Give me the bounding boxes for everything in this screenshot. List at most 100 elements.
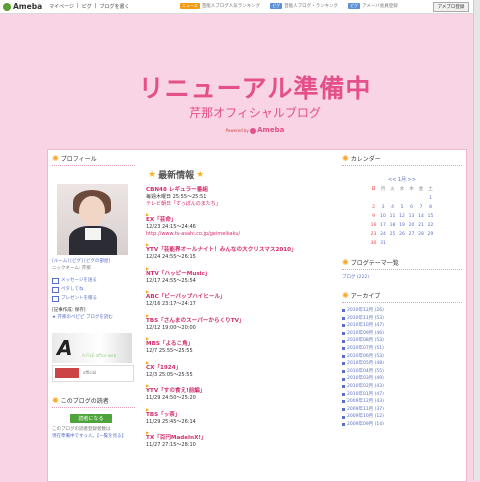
nav-separator: | xyxy=(77,3,79,9)
nav-pigg[interactable]: ピグ xyxy=(82,3,92,10)
archive-item[interactable]: 2010年11月 (53) xyxy=(342,315,462,323)
news-head[interactable]: EX「芸命」 xyxy=(146,217,336,224)
ad-text: アメーバ会員登録 xyxy=(362,4,398,9)
calendar-weekday: 土 xyxy=(428,187,433,192)
calendar-day[interactable]: 31 xyxy=(379,239,388,248)
send-message-link[interactable]: メッセージを送る xyxy=(52,276,135,285)
calendar-day[interactable]: 19 xyxy=(398,221,407,230)
afile-banner[interactable]: A A-FILE office web xyxy=(52,333,132,363)
ad-link[interactable]: ピグ 芸能人ブログ・ランキング xyxy=(270,3,338,9)
calendar-day[interactable]: 30 xyxy=(369,239,378,248)
blog-title[interactable]: リニューアル準備中 xyxy=(46,69,464,105)
calendar-day[interactable]: 10 xyxy=(379,212,388,221)
archive-item[interactable]: 2010年03月 (49) xyxy=(342,375,462,383)
archive-item[interactable]: 2010年02月 (43) xyxy=(342,383,462,391)
archive-item[interactable]: 2009年09月 (14) xyxy=(342,421,462,429)
calendar-day[interactable]: 4 xyxy=(388,203,397,212)
calendar-day[interactable]: 16 xyxy=(369,221,378,230)
archive-item[interactable]: 2009年10月 (12) xyxy=(342,413,462,421)
become-reader-button[interactable]: 読者になる xyxy=(70,414,112,423)
news-item: ▶ TX「百円MadeInX!」 11/27 27:15～28:10 xyxy=(146,431,336,449)
calendar-day[interactable]: 23 xyxy=(369,230,378,239)
archive-item[interactable]: 2010年04月 (55) xyxy=(342,368,462,376)
calendar-weekday-row: 日月火水木金土 xyxy=(369,185,435,194)
official-banner[interactable]: official xyxy=(52,365,134,382)
news-head[interactable]: TX「百円MadeInX!」 xyxy=(146,435,336,442)
calendar-day[interactable]: 22 xyxy=(426,221,435,230)
news-head[interactable]: ABC「ビーバップハイヒール」 xyxy=(146,294,336,301)
page-scrollbar[interactable] xyxy=(473,0,480,480)
sun-icon: ✺ xyxy=(52,154,59,163)
photo-face xyxy=(79,196,105,226)
calendar-title: カレンダー xyxy=(350,156,381,163)
calendar-day[interactable]: 24 xyxy=(379,230,388,239)
calendar-day[interactable]: 11 xyxy=(388,212,397,221)
news-head[interactable]: MBS「よるこ角」 xyxy=(146,341,336,348)
ad-link[interactable]: ピグ アメーバ会員登録 xyxy=(348,3,398,9)
top-ad-links: ニュース 芸能人ブログ人気ランキング ピグ 芸能人ブログ・ランキング ピグ アメ… xyxy=(180,3,408,9)
calendar-day[interactable]: 26 xyxy=(398,230,407,239)
calendar-day[interactable]: 6 xyxy=(407,203,416,212)
bullet-icon xyxy=(342,309,345,313)
news-link[interactable]: http://www.tv-asahi.co.jp/geimeikaku/ xyxy=(146,231,336,238)
calendar-day[interactable]: 2 xyxy=(369,203,378,212)
calendar-day[interactable]: 15 xyxy=(426,212,435,221)
archive-item[interactable]: 2009年11月 (37) xyxy=(342,406,462,414)
calendar-day[interactable]: 29 xyxy=(426,230,435,239)
news-head[interactable]: CX「1924」 xyxy=(146,365,336,372)
bullet-icon xyxy=(342,385,345,389)
sun-icon: ✺ xyxy=(342,154,349,163)
calendar-day[interactable]: 20 xyxy=(407,221,416,230)
bullet-icon xyxy=(342,332,345,336)
calendar-day[interactable]: 8 xyxy=(426,203,435,212)
news-item: ▶ CX「1924」 12/3 25:05～25:55 xyxy=(146,360,336,379)
calendar-day[interactable]: 25 xyxy=(388,230,397,239)
profile-links[interactable]: [ルーム] [ピグ] [ピグの部屋] xyxy=(52,258,135,265)
archive-item[interactable]: 2010年05月 (48) xyxy=(342,360,462,368)
calendar-day[interactable]: 3 xyxy=(379,203,388,212)
calendar-nav[interactable]: << 1月 >> xyxy=(342,176,462,183)
archive-item[interactable]: 2010年10月 (47) xyxy=(342,322,462,330)
calendar-day[interactable]: 1 xyxy=(426,194,435,203)
calendar-day[interactable]: 28 xyxy=(417,230,426,239)
calendar-day[interactable]: 17 xyxy=(379,221,388,230)
calendar-day[interactable]: 13 xyxy=(407,212,416,221)
archive-item[interactable]: 2010年06月 (53) xyxy=(342,353,462,361)
archive-item[interactable]: 2009年12月 (43) xyxy=(342,398,462,406)
news-head[interactable]: YTV「芸能界オールナイト！みんなの大クリスマス2010」 xyxy=(146,247,336,254)
archive-item[interactable]: 2010年09月 (46) xyxy=(342,330,462,338)
calendar-day[interactable]: 9 xyxy=(369,212,378,221)
calendar-day[interactable]: 18 xyxy=(388,221,397,230)
bio-link[interactable]: ★ 芹那のペピピ ブログを読む xyxy=(52,314,135,321)
bullet-icon xyxy=(342,362,345,366)
news-head[interactable]: CBN48 レギュラー番組 xyxy=(146,187,336,194)
news-head[interactable]: YTV「すの食え!前編」 xyxy=(146,388,336,395)
calendar-day[interactable]: 12 xyxy=(398,212,407,221)
archive-item[interactable]: 2010年07月 (51) xyxy=(342,345,462,353)
news-head[interactable]: TBS「ッ茶」 xyxy=(146,412,336,419)
bullet-icon xyxy=(342,415,345,419)
calendar-day[interactable]: 7 xyxy=(417,203,426,212)
archive-item[interactable]: 2010年01月 (47) xyxy=(342,391,462,399)
news-head[interactable]: NTV「ハッピーMusic」 xyxy=(146,271,336,278)
archive-item[interactable]: 2010年12月 (26) xyxy=(342,307,462,315)
news-head[interactable]: TBS「さんまのスーパーからくりTV」 xyxy=(146,318,336,325)
profile-photo[interactable] xyxy=(57,184,128,255)
news-link[interactable]: テレビ朝日「すっぽんのまたち」 xyxy=(146,201,336,208)
bullet-icon xyxy=(342,339,345,343)
theme-link[interactable]: ブログ (222) xyxy=(342,274,462,281)
reader-list-link[interactable]: 現在準備中ですっ人。【一覧を見る】 xyxy=(52,433,135,440)
ameba-logo[interactable]: Ameba xyxy=(3,2,42,11)
calendar-day[interactable]: 14 xyxy=(417,212,426,221)
profile-actions: メッセージを送る ペタしてね プレゼントを贈る xyxy=(52,276,135,303)
nav-write-blog[interactable]: ブログを書く xyxy=(99,3,129,10)
ad-link[interactable]: ニュース 芸能人ブログ人気ランキング xyxy=(180,3,260,9)
calendar-day[interactable]: 5 xyxy=(398,203,407,212)
calendar-day[interactable]: 21 xyxy=(417,221,426,230)
peta-link[interactable]: ペタしてね xyxy=(52,285,135,294)
nav-mypage[interactable]: マイページ xyxy=(49,3,74,10)
calendar-day[interactable]: 27 xyxy=(407,230,416,239)
archive-item[interactable]: 2010年08月 (53) xyxy=(342,337,462,345)
register-button[interactable]: アメブロ登録 xyxy=(433,2,469,12)
present-link[interactable]: プレゼントを贈る xyxy=(52,294,135,303)
